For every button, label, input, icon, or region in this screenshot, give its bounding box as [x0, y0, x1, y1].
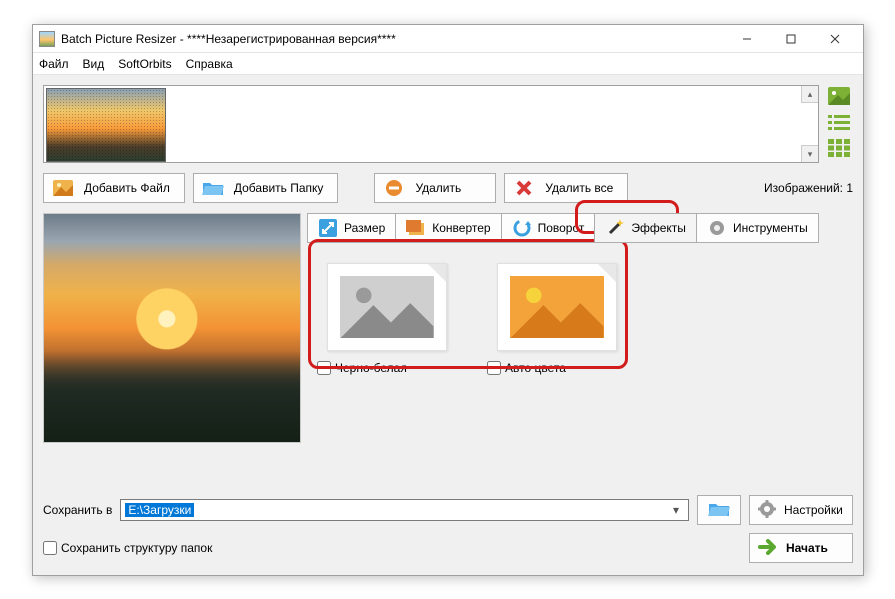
image-count-label: Изображений: 1 [764, 181, 853, 195]
menu-help[interactable]: Справка [186, 57, 233, 71]
delete-icon [383, 177, 405, 199]
keep-structure-label: Сохранить структуру папок [61, 541, 212, 555]
preview-image [44, 214, 300, 442]
effect-autocolor-thumb [497, 263, 617, 351]
effect-bw-check[interactable]: Черно-белая [317, 361, 457, 375]
effect-bw-checkbox[interactable] [317, 361, 331, 375]
save-in-label: Сохранить в [43, 503, 112, 517]
effect-autocolor-check[interactable]: Авто цвета [487, 361, 627, 375]
tab-tools-label: Инструменты [733, 221, 808, 235]
tab-convert-label: Конвертер [432, 221, 490, 235]
folder-icon [708, 501, 730, 520]
tab-effects-label: Эффекты [631, 221, 686, 235]
preview-pane [43, 213, 301, 443]
add-folder-label: Добавить Папку [234, 181, 324, 195]
effect-bw-label: Черно-белая [335, 361, 407, 375]
scroll-up-button[interactable]: ▴ [801, 86, 818, 103]
app-window: Batch Picture Resizer - ****Незарегистри… [32, 24, 864, 576]
gear-icon [707, 218, 727, 238]
magic-wand-icon [605, 218, 625, 238]
keep-structure-checkbox[interactable] [43, 541, 57, 555]
view-grid-icon[interactable] [826, 137, 852, 159]
browse-folder-button[interactable] [697, 495, 741, 525]
minimize-button[interactable] [725, 26, 769, 52]
effect-card-autocolor: Авто цвета [487, 263, 627, 375]
delete-all-button[interactable]: Удалить все [504, 173, 628, 203]
effect-autocolor-checkbox[interactable] [487, 361, 501, 375]
menu-softorbits[interactable]: SoftOrbits [118, 57, 171, 71]
keep-folder-structure-check[interactable]: Сохранить структуру папок [43, 541, 212, 555]
delete-all-label: Удалить все [545, 181, 613, 195]
scroll-down-button[interactable]: ▾ [801, 145, 818, 162]
picture-icon [52, 177, 74, 199]
tab-effects[interactable]: Эффекты [594, 213, 697, 243]
view-list-icon[interactable] [826, 111, 852, 133]
delete-button[interactable]: Удалить [374, 173, 496, 203]
tab-bar: Размер Конвертер Поворот Эффекты [307, 213, 853, 243]
tab-rotate[interactable]: Поворот [501, 213, 596, 243]
start-button[interactable]: Начать [749, 533, 853, 563]
delete-all-icon [513, 177, 535, 199]
settings-button[interactable]: Настройки [749, 495, 853, 525]
save-path-value: E:\Загрузки [125, 503, 194, 517]
effect-card-bw: Черно-белая [317, 263, 457, 375]
tab-tools[interactable]: Инструменты [696, 213, 819, 243]
resize-icon [318, 218, 338, 238]
tab-size[interactable]: Размер [307, 213, 396, 243]
save-path-combo[interactable]: E:\Загрузки ▾ [120, 499, 689, 521]
main-toolbar: Добавить Файл Добавить Папку Удалить Уда… [43, 173, 853, 203]
close-button[interactable] [813, 26, 857, 52]
add-folder-button[interactable]: Добавить Папку [193, 173, 339, 203]
window-title: Batch Picture Resizer - ****Незарегистри… [61, 32, 396, 46]
settings-label: Настройки [784, 503, 843, 517]
title-bar: Batch Picture Resizer - ****Незарегистри… [33, 25, 863, 53]
view-large-icon[interactable] [826, 85, 852, 107]
menu-file[interactable]: Файл [39, 57, 69, 71]
menu-bar: Файл Вид SoftOrbits Справка [33, 53, 863, 75]
gear-icon [758, 500, 776, 521]
effects-panel: Черно-белая Авто цвета [307, 249, 853, 385]
effect-autocolor-label: Авто цвета [505, 361, 566, 375]
convert-icon [406, 218, 426, 238]
add-file-label: Добавить Файл [84, 181, 170, 195]
tab-size-label: Размер [344, 221, 385, 235]
add-file-button[interactable]: Добавить Файл [43, 173, 185, 203]
effect-bw-thumb [327, 263, 447, 351]
maximize-button[interactable] [769, 26, 813, 52]
folder-open-icon [202, 177, 224, 199]
app-icon [39, 31, 55, 47]
rotate-icon [512, 218, 532, 238]
menu-view[interactable]: Вид [83, 57, 105, 71]
thumbnail-list[interactable]: ▴ ▾ [43, 85, 819, 163]
start-arrow-icon [758, 539, 778, 558]
chevron-down-icon[interactable]: ▾ [668, 503, 684, 517]
delete-label: Удалить [415, 181, 461, 195]
tab-convert[interactable]: Конвертер [395, 213, 501, 243]
thumbnail-item[interactable] [46, 88, 166, 162]
tab-rotate-label: Поворот [538, 221, 585, 235]
start-label: Начать [786, 541, 828, 555]
